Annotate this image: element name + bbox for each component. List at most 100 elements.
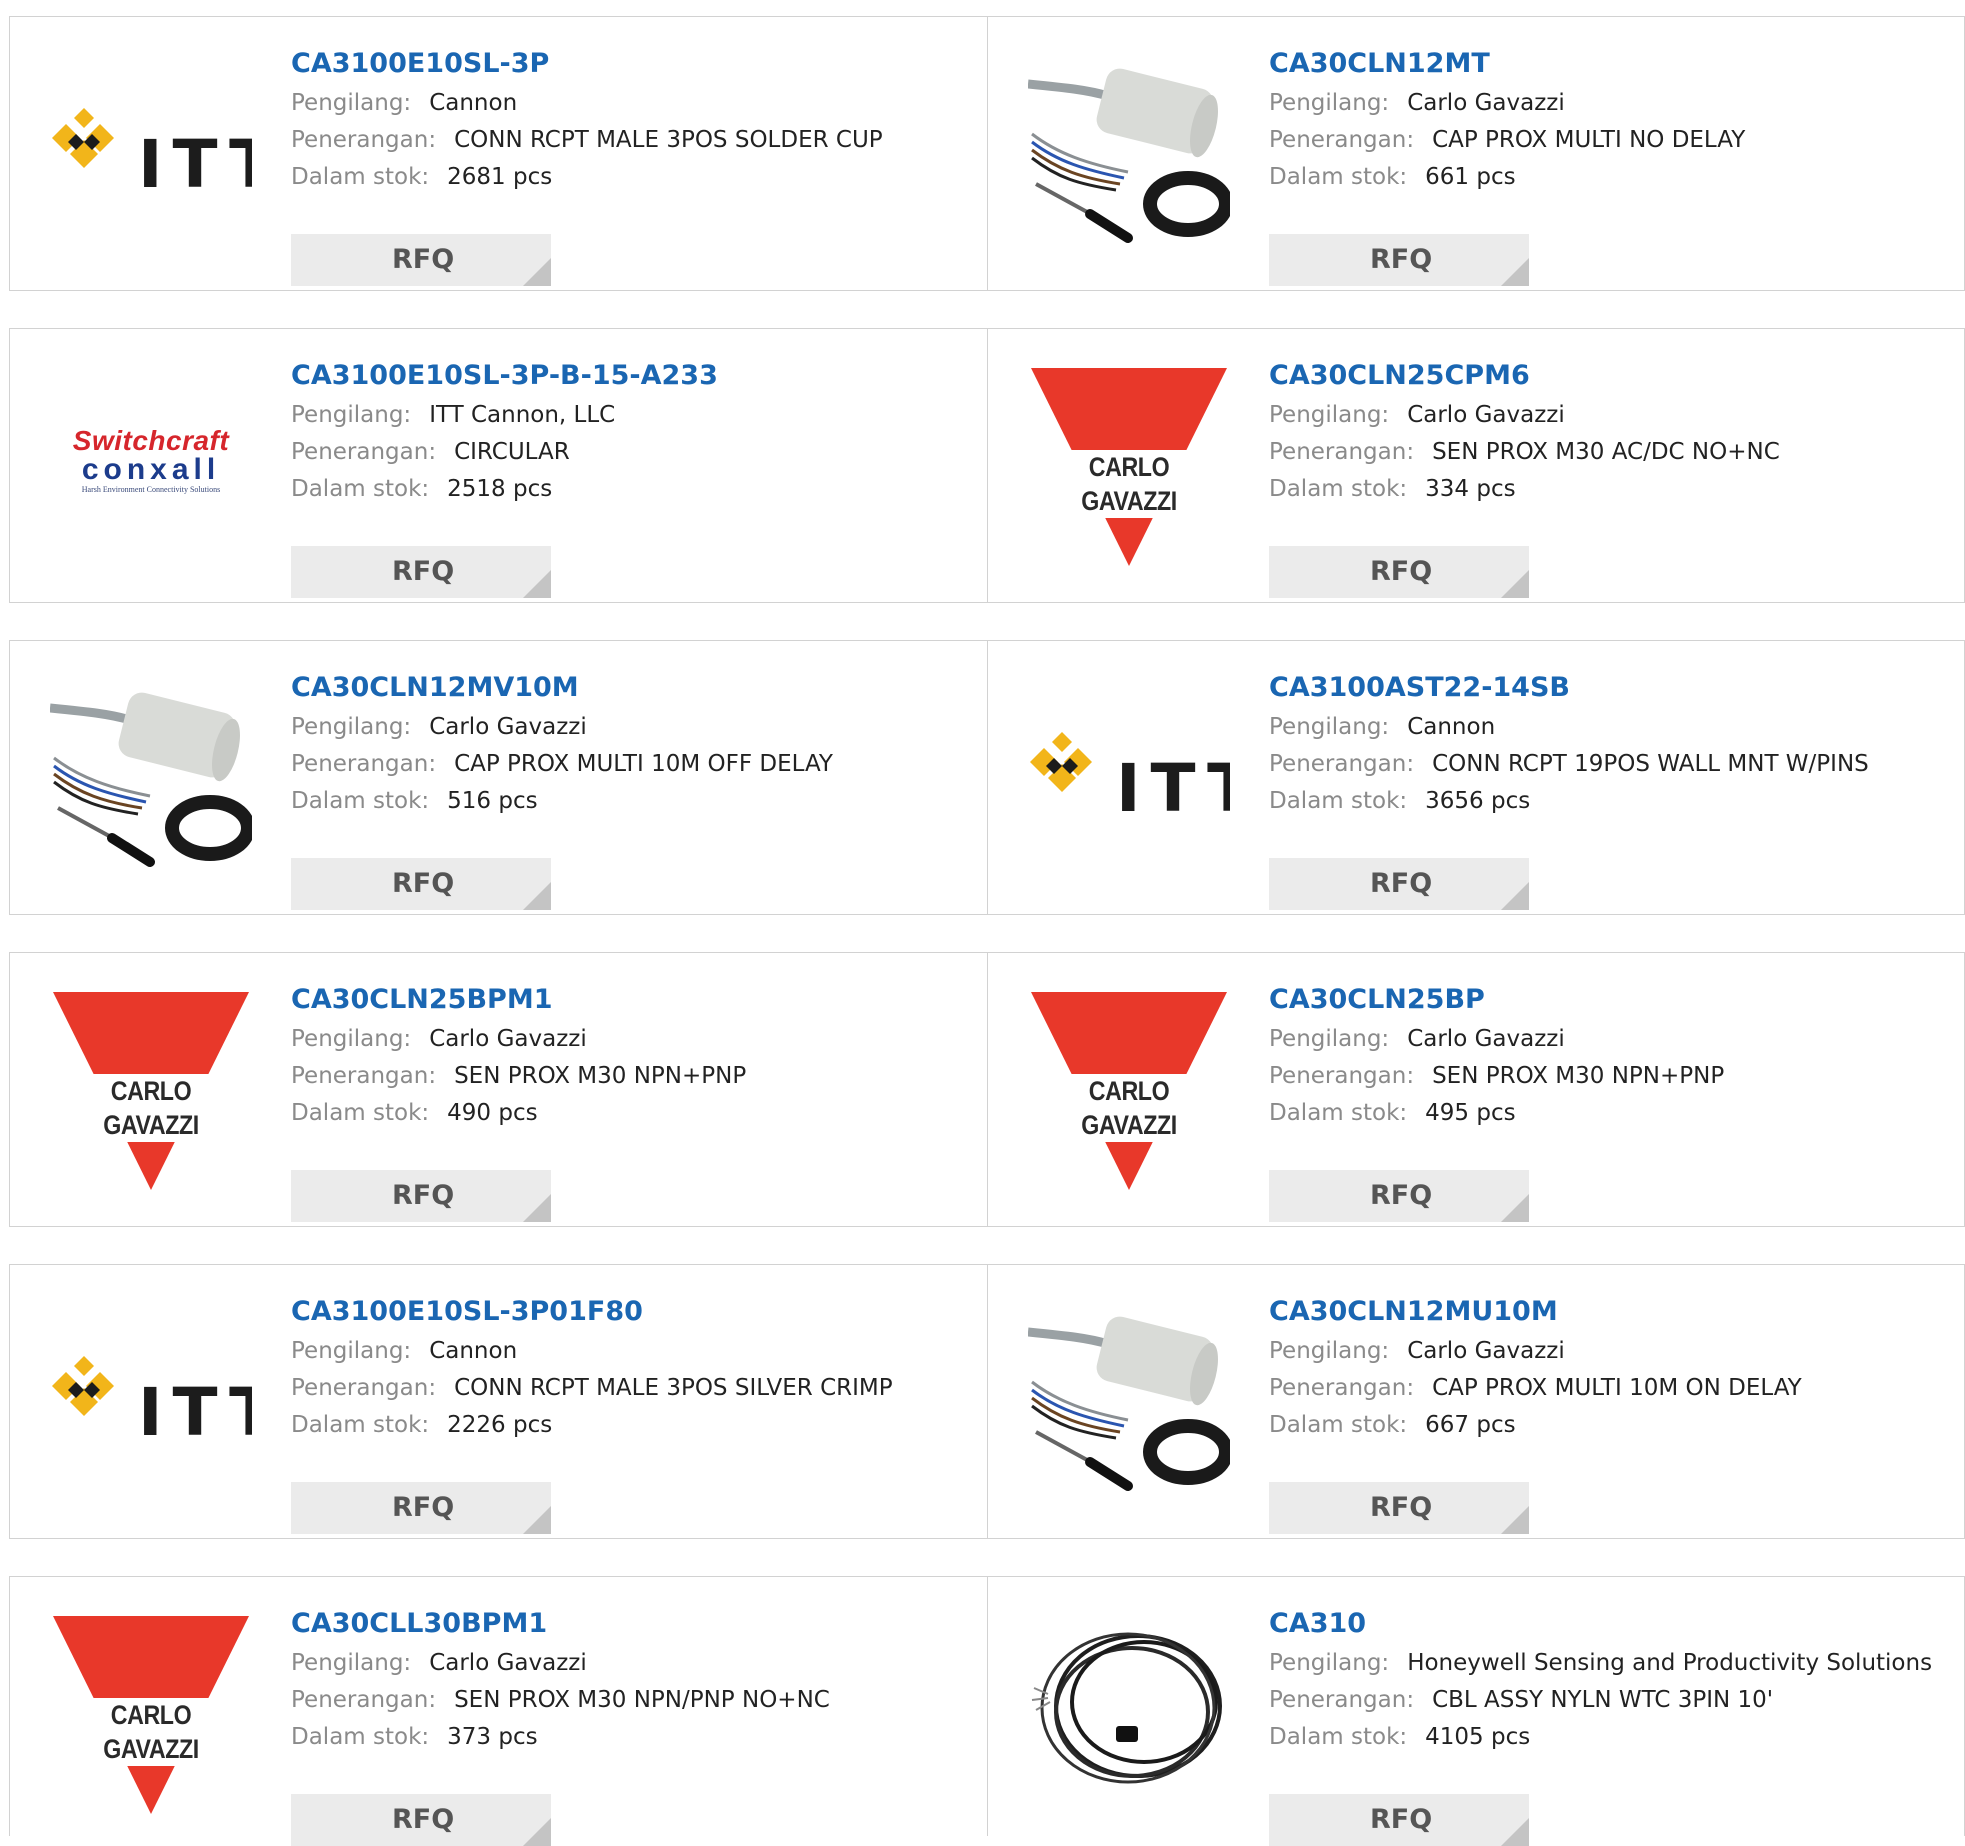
- product-part-number-link[interactable]: CA30CLN12MT: [1269, 47, 1954, 85]
- rfq-button[interactable]: RFQ: [291, 1170, 551, 1222]
- product-info: CA3100E10SL-3P Pengilang: Cannon Penerang…: [291, 47, 977, 286]
- product-info: CA30CLN12MU10M Pengilang: Carlo Gavazzi P…: [1269, 1295, 1954, 1534]
- rfq-button-label: RFQ: [392, 1492, 455, 1523]
- product-part-number-link[interactable]: CA30CLN12MV10M: [291, 671, 977, 709]
- carlo-gavazzi-logo-text: CARLO GAVAZZI: [64, 1074, 238, 1142]
- product-image[interactable]: ITT: [1028, 678, 1230, 878]
- product-info: CA30CLN25CPM6 Pengilang: Carlo Gavazzi Pe…: [1269, 359, 1954, 598]
- rfq-button[interactable]: RFQ: [1269, 1794, 1529, 1846]
- product-part-number-link[interactable]: CA30CLN25BPM1: [291, 983, 977, 1021]
- stock-row: Dalam stok: 3656 pcs: [1269, 783, 1954, 820]
- stock-value: 2681 pcs: [447, 164, 553, 190]
- product-part-number-link[interactable]: CA30CLN25CPM6: [1269, 359, 1954, 397]
- rfq-corner-triangle: [1501, 258, 1529, 286]
- description-value: CIRCULAR: [454, 439, 570, 465]
- itt-logo-text: ITT: [1116, 750, 1230, 827]
- product-part-number-link[interactable]: CA30CLN12MU10M: [1269, 1295, 1954, 1333]
- rfq-corner-triangle: [523, 882, 551, 910]
- description-label: Penerangan:: [1269, 1063, 1415, 1089]
- product-image[interactable]: CARLO GAVAZZI: [1028, 990, 1230, 1190]
- product-part-number-link[interactable]: CA310: [1269, 1607, 1954, 1645]
- carlo-gavazzi-logo: CARLO GAVAZZI: [50, 1614, 252, 1814]
- manufacturer-row: Pengilang: Carlo Gavazzi: [1269, 1333, 1954, 1370]
- product-image[interactable]: ITT: [50, 54, 252, 254]
- manufacturer-label: Pengilang:: [1269, 90, 1390, 116]
- rfq-button[interactable]: RFQ: [291, 1482, 551, 1534]
- product-part-number-link[interactable]: CA3100E10SL-3P-B-15-A233: [291, 359, 977, 397]
- stock-row: Dalam stok: 334 pcs: [1269, 471, 1954, 508]
- product-info: CA30CLN12MT Pengilang: Carlo Gavazzi Pene…: [1269, 47, 1954, 286]
- description-label: Penerangan:: [291, 439, 437, 465]
- product-part-number-link[interactable]: CA3100E10SL-3P: [291, 47, 977, 85]
- description-value: CONN RCPT MALE 3POS SOLDER CUP: [454, 127, 883, 153]
- rfq-button-label: RFQ: [1370, 868, 1433, 899]
- product-image[interactable]: [1028, 54, 1230, 254]
- stock-label: Dalam stok:: [1269, 1724, 1408, 1750]
- manufacturer-row: Pengilang: Cannon: [291, 1333, 977, 1370]
- stock-value: 661 pcs: [1425, 164, 1516, 190]
- product-part-number-link[interactable]: CA3100E10SL-3P01F80: [291, 1295, 977, 1333]
- product-image[interactable]: [50, 678, 252, 878]
- product-image[interactable]: ITT: [50, 1302, 252, 1502]
- description-value: CAP PROX MULTI 10M ON DELAY: [1432, 1375, 1802, 1401]
- product-part-number-link[interactable]: CA3100AST22-14SB: [1269, 671, 1954, 709]
- product-info: CA30CLN25BPM1 Pengilang: Carlo Gavazzi Pe…: [291, 983, 977, 1222]
- manufacturer-label: Pengilang:: [291, 1338, 412, 1364]
- manufacturer-value: Carlo Gavazzi: [1407, 402, 1565, 428]
- rfq-button[interactable]: RFQ: [291, 234, 551, 286]
- stock-row: Dalam stok: 661 pcs: [1269, 159, 1954, 196]
- description-row: Penerangan: SEN PROX M30 NPN+PNP: [1269, 1058, 1954, 1095]
- product-image[interactable]: CARLO GAVAZZI: [1028, 366, 1230, 566]
- stock-row: Dalam stok: 2681 pcs: [291, 159, 977, 196]
- rfq-button-label: RFQ: [392, 868, 455, 899]
- rfq-button[interactable]: RFQ: [291, 546, 551, 598]
- manufacturer-value: Carlo Gavazzi: [1407, 1026, 1565, 1052]
- itt-logo: ITT: [1028, 718, 1230, 838]
- rfq-corner-triangle: [523, 1506, 551, 1534]
- carlo-gavazzi-logo-text: CARLO GAVAZZI: [64, 1698, 238, 1766]
- rfq-button[interactable]: RFQ: [1269, 1482, 1529, 1534]
- product-image[interactable]: [1028, 1302, 1230, 1502]
- rfq-button[interactable]: RFQ: [1269, 858, 1529, 910]
- product-image[interactable]: CARLO GAVAZZI: [50, 1614, 252, 1814]
- rfq-button[interactable]: RFQ: [291, 858, 551, 910]
- manufacturer-label: Pengilang:: [291, 714, 412, 740]
- carlo-gavazzi-logo-text: CARLO GAVAZZI: [1042, 1074, 1216, 1142]
- description-label: Penerangan:: [1269, 439, 1415, 465]
- description-label: Penerangan:: [1269, 1375, 1415, 1401]
- stock-label: Dalam stok:: [1269, 1412, 1408, 1438]
- manufacturer-value: ITT Cannon, LLC: [429, 402, 616, 428]
- carlo-gavazzi-logo: CARLO GAVAZZI: [1028, 990, 1230, 1190]
- product-info: CA30CLN12MV10M Pengilang: Carlo Gavazzi P…: [291, 671, 977, 910]
- product-image[interactable]: CARLO GAVAZZI: [50, 990, 252, 1190]
- manufacturer-row: Pengilang: Cannon: [291, 85, 977, 122]
- manufacturer-value: Carlo Gavazzi: [1407, 1338, 1565, 1364]
- rfq-corner-triangle: [1501, 1818, 1529, 1846]
- rfq-button[interactable]: RFQ: [1269, 1170, 1529, 1222]
- product-image[interactable]: Switchcraft conxall Harsh Environment Co…: [50, 366, 252, 566]
- rfq-button-label: RFQ: [1370, 244, 1433, 275]
- rfq-button[interactable]: RFQ: [291, 1794, 551, 1846]
- description-value: CAP PROX MULTI 10M OFF DELAY: [454, 751, 833, 777]
- product-part-number-link[interactable]: CA30CLL30BPM1: [291, 1607, 977, 1645]
- description-value: CONN RCPT 19POS WALL MNT W/PINS: [1432, 751, 1869, 777]
- stock-value: 2226 pcs: [447, 1412, 553, 1438]
- description-row: Penerangan: CIRCULAR: [291, 434, 977, 471]
- rfq-button[interactable]: RFQ: [1269, 234, 1529, 286]
- rfq-button[interactable]: RFQ: [1269, 546, 1529, 598]
- itt-logo: ITT: [50, 94, 252, 214]
- stock-row: Dalam stok: 4105 pcs: [1269, 1719, 1954, 1756]
- product-part-number-link[interactable]: CA30CLN25BP: [1269, 983, 1954, 1021]
- product-image[interactable]: [1028, 1614, 1230, 1814]
- proximity-sensor-photo: [50, 692, 252, 867]
- description-value: CONN RCPT MALE 3POS SILVER CRIMP: [454, 1375, 893, 1401]
- manufacturer-row: Pengilang: Carlo Gavazzi: [1269, 85, 1954, 122]
- stock-value: 495 pcs: [1425, 1100, 1516, 1126]
- stock-label: Dalam stok:: [1269, 164, 1408, 190]
- rfq-button-label: RFQ: [392, 244, 455, 275]
- manufacturer-row: Pengilang: Cannon: [1269, 709, 1954, 746]
- product-row: Switchcraft conxall Harsh Environment Co…: [9, 328, 1965, 603]
- manufacturer-value: Honeywell Sensing and Productivity Solut…: [1407, 1650, 1933, 1676]
- stock-label: Dalam stok:: [291, 476, 430, 502]
- manufacturer-label: Pengilang:: [1269, 714, 1390, 740]
